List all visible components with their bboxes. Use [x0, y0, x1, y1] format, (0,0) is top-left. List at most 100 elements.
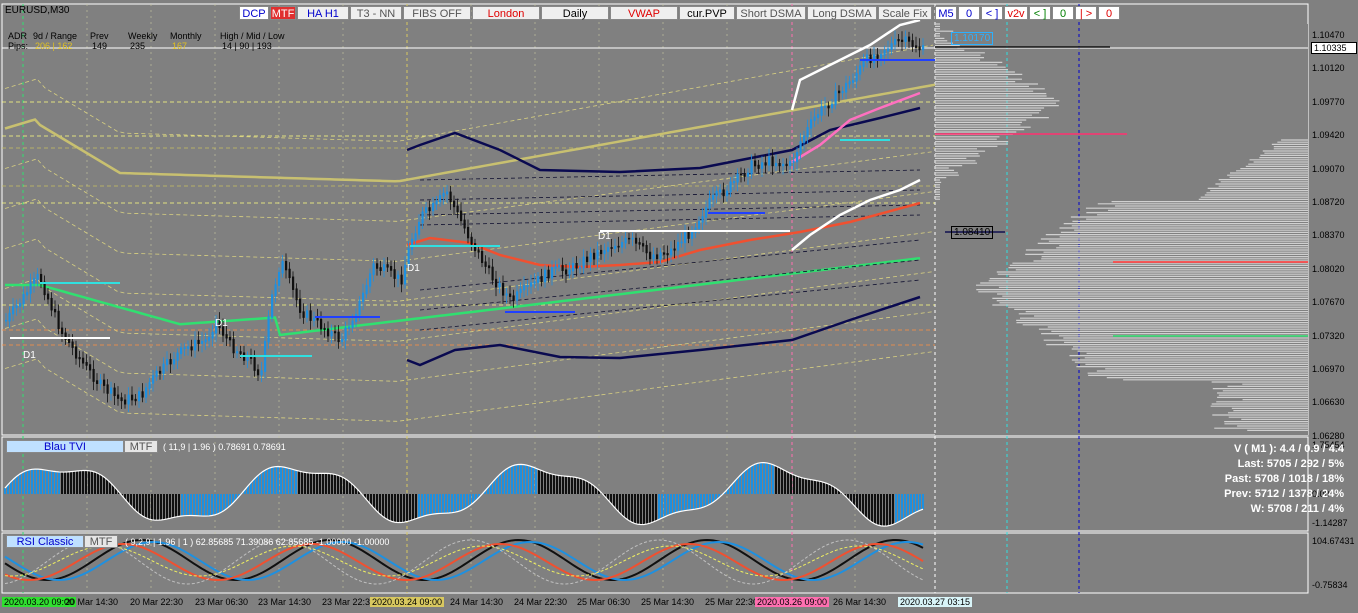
candle-body [57, 310, 60, 330]
toolbar-button-12[interactable]: M5 [935, 6, 957, 20]
candle-body [187, 346, 190, 349]
candle-body [838, 90, 841, 94]
candle-body [362, 292, 365, 302]
candle-body [323, 327, 326, 330]
candle-body [778, 163, 781, 167]
candle-body [369, 273, 372, 287]
toolbar-button-5[interactable]: London [472, 6, 540, 20]
toolbar-button-8[interactable]: cur.PVP [679, 6, 735, 20]
candle-body [922, 45, 925, 51]
toolbar-button-9[interactable]: Short DSMA [736, 6, 806, 20]
candle-body [33, 278, 36, 284]
candle-body [152, 375, 155, 384]
candle-body [726, 190, 729, 197]
candle-body [22, 293, 25, 305]
toolbar-button-2[interactable]: HA H1 [297, 6, 349, 20]
candle-body [593, 252, 596, 260]
adr-weekly-value: 235 [130, 41, 146, 51]
candle-body [285, 260, 288, 271]
time-tick: 23 Mar 06:30 [195, 597, 249, 607]
time-tick: 23 Mar 22:30 [322, 597, 376, 607]
candle-body [292, 276, 295, 290]
candle-body [75, 346, 78, 359]
candle-body [50, 297, 53, 311]
candle-body [631, 237, 634, 240]
adr-prev-value: 149 [92, 41, 108, 51]
candle-body [376, 263, 379, 269]
toolbar-button-11[interactable]: Scale Fix [878, 6, 932, 20]
time-tick: 24 Mar 14:30 [450, 597, 504, 607]
candle-body [379, 267, 382, 271]
time-tick: 2020.03.27 03:15 [898, 597, 973, 607]
toolbar-button-7[interactable]: VWAP [610, 6, 678, 20]
toolbar-button-4[interactable]: FIBS OFF [403, 6, 471, 20]
candle-body [127, 394, 130, 405]
candle-body [915, 45, 918, 48]
candle-body [257, 369, 260, 376]
rsi-mtf-button[interactable]: MTF [84, 535, 118, 548]
toolbar-button-18[interactable]: | > [1075, 6, 1097, 20]
candle-body [393, 269, 396, 279]
tvi-mtf-button[interactable]: MTF [124, 440, 158, 453]
candle-body [341, 339, 344, 343]
candle-body [792, 160, 795, 163]
toolbar-button-0[interactable]: DCP [239, 6, 269, 20]
toolbar-button-17[interactable]: 0 [1052, 6, 1074, 20]
candle-body [589, 252, 592, 263]
adr-title: ADR [8, 31, 28, 41]
candle-body [260, 370, 263, 376]
candle-body [642, 243, 645, 247]
candle-body [680, 241, 683, 244]
candle-body [817, 114, 820, 119]
candle-body [743, 173, 746, 177]
candle-body [722, 189, 725, 197]
candle-body [911, 40, 914, 47]
candle-body [278, 272, 281, 286]
candle-body [586, 256, 589, 263]
candle-body [145, 387, 148, 398]
candle-body [274, 284, 277, 296]
chart-canvas[interactable] [0, 0, 1358, 613]
tvi-name-button[interactable]: Blau TVI [6, 440, 124, 453]
candle-body [449, 191, 452, 203]
candle-body [313, 317, 316, 321]
tvi-axis-min: -1.14287 [1312, 518, 1348, 528]
toolbar-button-13[interactable]: 0 [958, 6, 980, 20]
candle-body [733, 180, 736, 184]
candle-body [481, 250, 484, 263]
toolbar-button-1[interactable]: MTF [270, 6, 296, 20]
candle-body [92, 368, 95, 382]
candle-body [614, 245, 617, 249]
candle-body [474, 243, 477, 252]
candle-body [670, 248, 673, 256]
toolbar-button-14[interactable]: < ] [981, 6, 1003, 20]
candle-body [435, 200, 438, 205]
candle-body [299, 298, 302, 313]
candle-body [460, 210, 463, 222]
toolbar-button-19[interactable]: 0 [1098, 6, 1120, 20]
rsi-axis-min: -0.75834 [1312, 580, 1348, 590]
time-tick: 25 Mar 06:30 [577, 597, 631, 607]
candle-body [575, 262, 578, 269]
candle-body [883, 49, 886, 56]
candle-body [26, 292, 29, 296]
toolbar-button-10[interactable]: Long DSMA [807, 6, 877, 20]
adr-prev-header: Prev [90, 31, 109, 41]
candle-body [747, 172, 750, 177]
candle-body [544, 269, 547, 283]
candle-body [509, 293, 512, 297]
candle-body [600, 249, 603, 255]
toolbar-button-15[interactable]: v2v [1004, 6, 1028, 20]
candle-body [477, 249, 480, 253]
candle-body [873, 54, 876, 64]
toolbar-button-3[interactable]: T3 - NN [350, 6, 402, 20]
time-tick: 24 Mar 22:30 [514, 597, 568, 607]
candle-body [470, 236, 473, 245]
rsi-name-button[interactable]: RSI Classic [6, 535, 84, 548]
toolbar-button-16[interactable]: < ] [1029, 6, 1051, 20]
candle-body [880, 54, 883, 59]
candle-body [211, 331, 214, 339]
candle-body [29, 282, 32, 294]
toolbar-button-6[interactable]: Daily [541, 6, 609, 20]
candle-body [579, 266, 582, 269]
